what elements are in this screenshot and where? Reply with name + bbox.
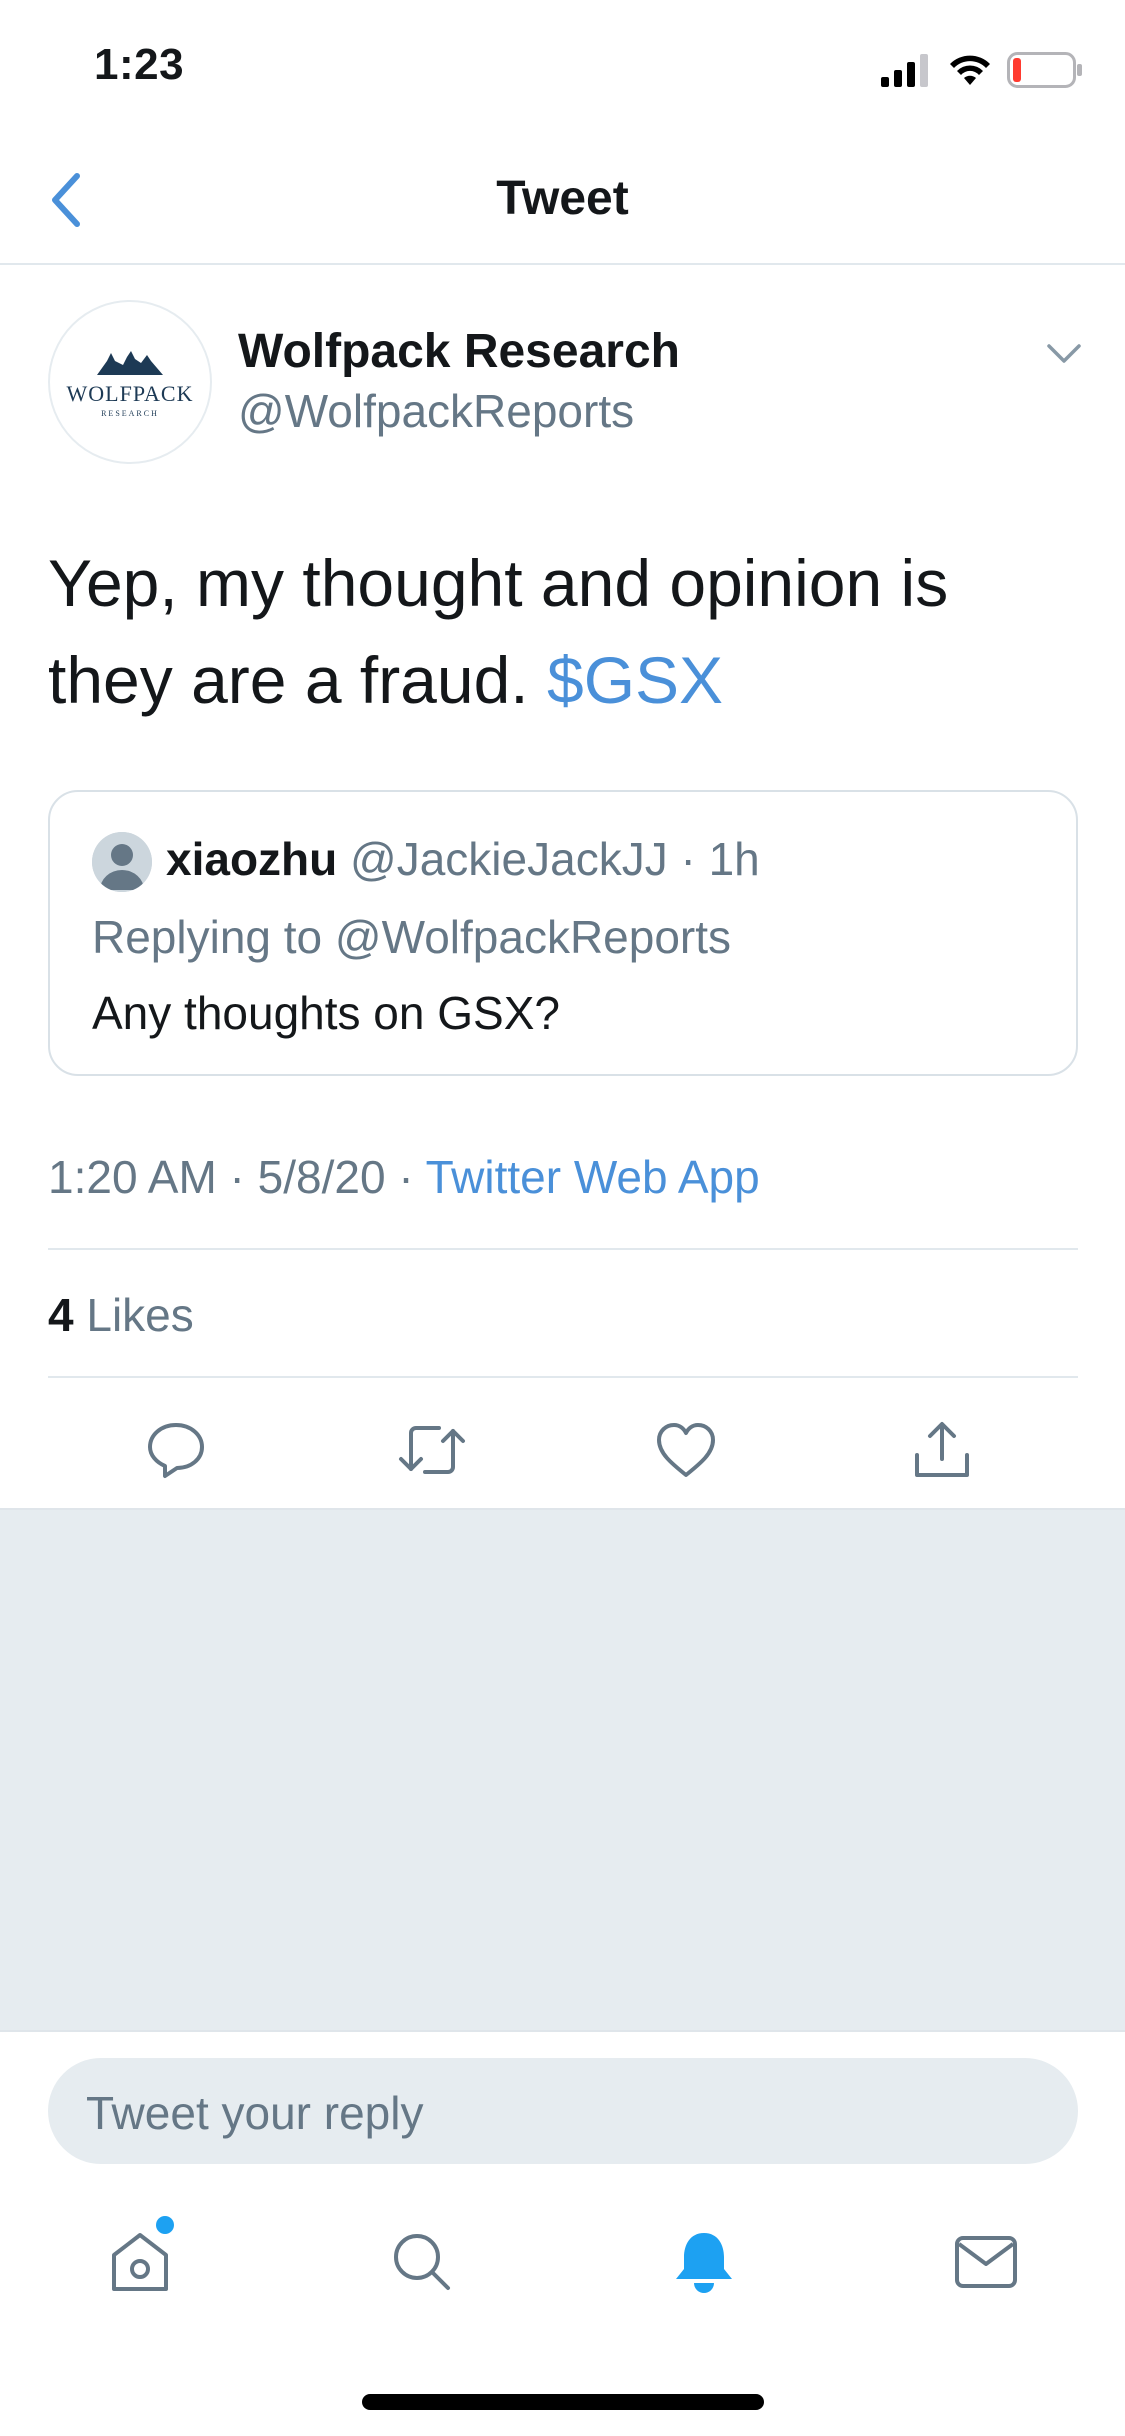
cellular-signal-icon	[881, 54, 928, 87]
cashtag-link[interactable]: $GSX	[547, 643, 723, 717]
likes-number: 4	[48, 1289, 74, 1341]
tab-notifications[interactable]	[664, 2222, 744, 2302]
divider	[48, 1376, 1078, 1378]
tweet-options-button[interactable]	[1040, 330, 1088, 378]
share-icon	[915, 1422, 969, 1477]
retweet-icon	[399, 1426, 465, 1474]
home-notification-dot	[156, 2216, 174, 2234]
quoted-separator: ·	[667, 833, 709, 885]
author-avatar[interactable]: WOLFPACK RESEARCH	[48, 300, 212, 464]
retweet-button[interactable]	[392, 1410, 472, 1490]
reply-icon	[148, 1423, 204, 1478]
nav-header: Tweet	[0, 135, 1125, 265]
chevron-down-icon	[1047, 344, 1081, 363]
search-icon	[394, 2234, 450, 2290]
tab-home[interactable]	[100, 2222, 180, 2302]
avatar-logo-text: WOLFPACK	[66, 380, 194, 406]
quoted-tweet[interactable]: xiaozhu @JackieJackJJ · 1h Replying to @…	[48, 790, 1078, 1076]
empty-replies-area	[0, 1508, 1125, 2032]
tab-search[interactable]	[382, 2222, 462, 2302]
status-time: 1:23	[94, 40, 185, 89]
quoted-replying-to: Replying to @WolfpackReports	[92, 911, 732, 963]
tweet-body: Yep, my thought and opinion is they are …	[48, 546, 949, 717]
likes-count[interactable]: 4 Likes	[48, 1288, 194, 1342]
author-handle[interactable]: @WolfpackReports	[238, 384, 634, 438]
like-button[interactable]	[646, 1410, 726, 1490]
tab-messages[interactable]	[946, 2222, 1026, 2302]
tweet-actions	[0, 1410, 1125, 1490]
reply-input[interactable]: Tweet your reply	[48, 2058, 1078, 2164]
tweet-source-link[interactable]: Twitter Web App	[426, 1151, 760, 1203]
notifications-icon	[676, 2233, 732, 2293]
battery-low-icon	[1007, 52, 1082, 88]
quoted-author-handle: @JackieJackJJ	[350, 833, 668, 885]
wifi-icon	[950, 55, 990, 85]
wolf-logo-icon	[97, 350, 163, 375]
reply-button[interactable]	[136, 1410, 216, 1490]
home-icon	[112, 2233, 168, 2291]
status-bar: 1:23	[0, 0, 1125, 135]
likes-label: Likes	[86, 1289, 194, 1341]
quoted-author-avatar	[92, 832, 152, 892]
quoted-time: 1h	[708, 833, 760, 885]
reply-placeholder: Tweet your reply	[86, 2087, 424, 2139]
quoted-tweet-text: Any thoughts on GSX?	[92, 987, 560, 1039]
quoted-tweet-header: xiaozhu @JackieJackJJ · 1h	[166, 832, 760, 886]
page-title: Tweet	[496, 172, 629, 225]
share-button[interactable]	[902, 1410, 982, 1490]
home-indicator	[362, 2394, 764, 2410]
avatar-logo-sub: RESEARCH	[101, 408, 159, 418]
tweet-text: Yep, my thought and opinion is they are …	[48, 535, 1088, 729]
quoted-author-name: xiaozhu	[166, 833, 338, 885]
status-icons	[881, 50, 1083, 90]
divider	[48, 1248, 1078, 1250]
tweet-meta: 1:20 AM · 5/8/20 · Twitter Web App	[48, 1150, 760, 1204]
default-avatar-icon	[92, 832, 152, 892]
author-name[interactable]: Wolfpack Research	[238, 324, 680, 379]
messages-icon	[955, 2236, 1017, 2288]
tweet-timestamp: 1:20 AM · 5/8/20 ·	[48, 1151, 426, 1203]
like-icon	[657, 1423, 715, 1477]
